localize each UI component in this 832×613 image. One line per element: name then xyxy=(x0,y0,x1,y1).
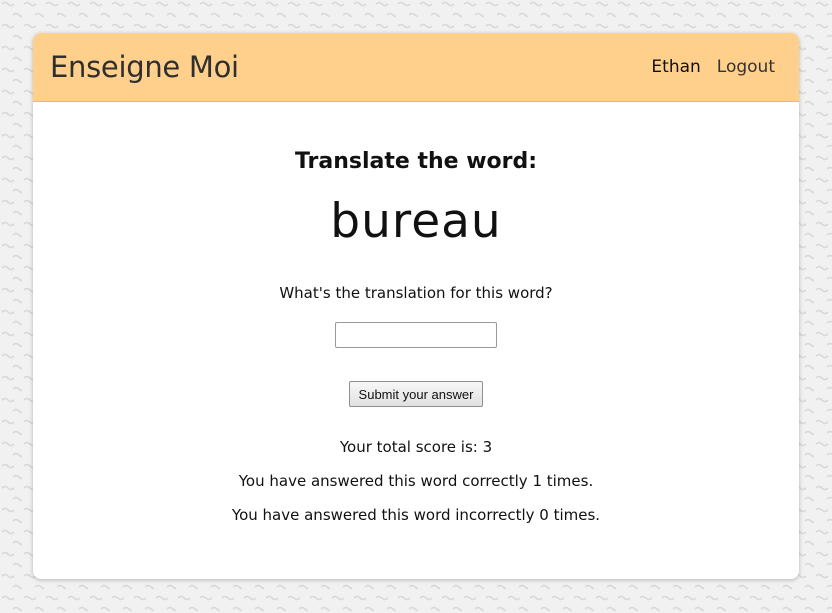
stats-section: Your total score is: 3 You have answered… xyxy=(33,407,799,525)
logout-link[interactable]: Logout xyxy=(717,57,775,77)
correct-count: You have answered this word correctly 1 … xyxy=(238,472,594,490)
user-name[interactable]: Ethan xyxy=(651,57,700,77)
quiz-section: Translate the word: bureau What's the tr… xyxy=(33,102,799,525)
word-to-translate: bureau xyxy=(330,194,502,249)
nav-bar: Ethan Logout xyxy=(651,57,775,77)
brand-title[interactable]: Enseigne Moi xyxy=(50,50,239,84)
main-card: Enseigne Moi Ethan Logout Translate the … xyxy=(33,33,799,579)
incorrect-count: You have answered this word incorrectly … xyxy=(231,506,601,524)
question-text: What's the translation for this word? xyxy=(279,284,553,302)
app-header: Enseigne Moi Ethan Logout xyxy=(33,33,799,102)
prompt-title: Translate the word: xyxy=(294,149,538,174)
total-score: Your total score is: 3 xyxy=(339,438,493,456)
answer-input[interactable] xyxy=(335,322,497,348)
submit-answer-button[interactable]: Submit your answer xyxy=(348,381,484,407)
